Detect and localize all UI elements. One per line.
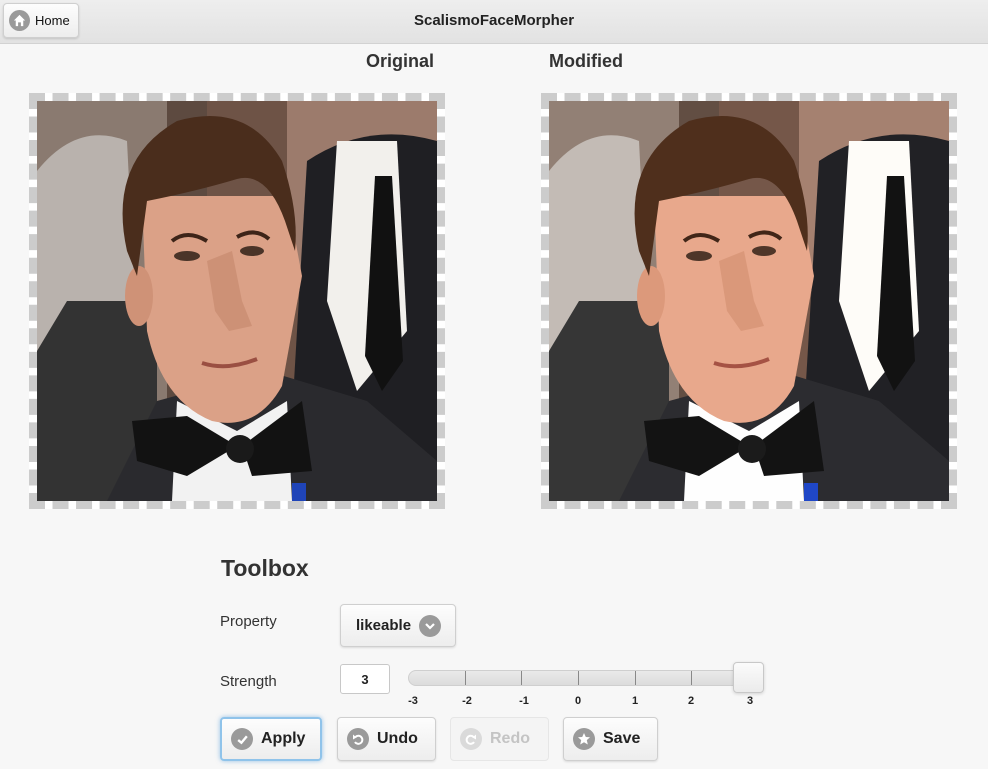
slider-tick-label: 0 [574,695,582,707]
slider-tick-label: -3 [408,695,418,707]
original-image-title: Original [366,51,435,71]
original-image-frame [29,93,445,509]
apply-button-label: Apply [261,730,306,747]
property-label: Property [220,613,277,630]
slider-tick-label: 2 [687,695,695,707]
strength-slider-track[interactable] [408,670,764,686]
modified-image-title: Modified [549,51,623,71]
modified-image-frame [541,93,957,509]
original-face-image [37,101,437,501]
slider-tick [691,671,692,685]
save-button[interactable]: Save [563,717,658,761]
redo-button[interactable]: Redo [450,717,549,761]
slider-tick [521,671,522,685]
chevron-down-icon [419,614,442,637]
app-title: ScalismoFaceMorpher [413,12,575,29]
property-select[interactable]: likeable [340,604,456,647]
property-select-value: likeable [356,617,412,634]
title-bar: Home ScalismoFaceMorpher [0,0,988,44]
slider-tick [465,671,466,685]
modified-face-image [549,101,949,501]
toolbox-title: Toolbox [221,555,309,581]
undo-button[interactable]: Undo [337,717,436,761]
slider-tick-label: -2 [462,695,472,707]
slider-tick [578,671,579,685]
slider-tick [635,671,636,685]
check-icon [231,728,253,750]
apply-button[interactable]: Apply [220,717,322,761]
undo-button-label: Undo [377,730,418,747]
slider-tick-label: -1 [519,695,529,707]
redo-icon [460,728,482,750]
save-button-label: Save [603,730,641,747]
strength-input[interactable] [340,664,390,694]
redo-button-label: Redo [490,730,530,747]
strength-label: Strength [220,673,277,690]
strength-slider-thumb[interactable] [733,662,764,693]
undo-icon [347,728,369,750]
slider-tick-label: 3 [746,695,754,707]
slider-tick-label: 1 [631,695,639,707]
star-icon [573,728,595,750]
